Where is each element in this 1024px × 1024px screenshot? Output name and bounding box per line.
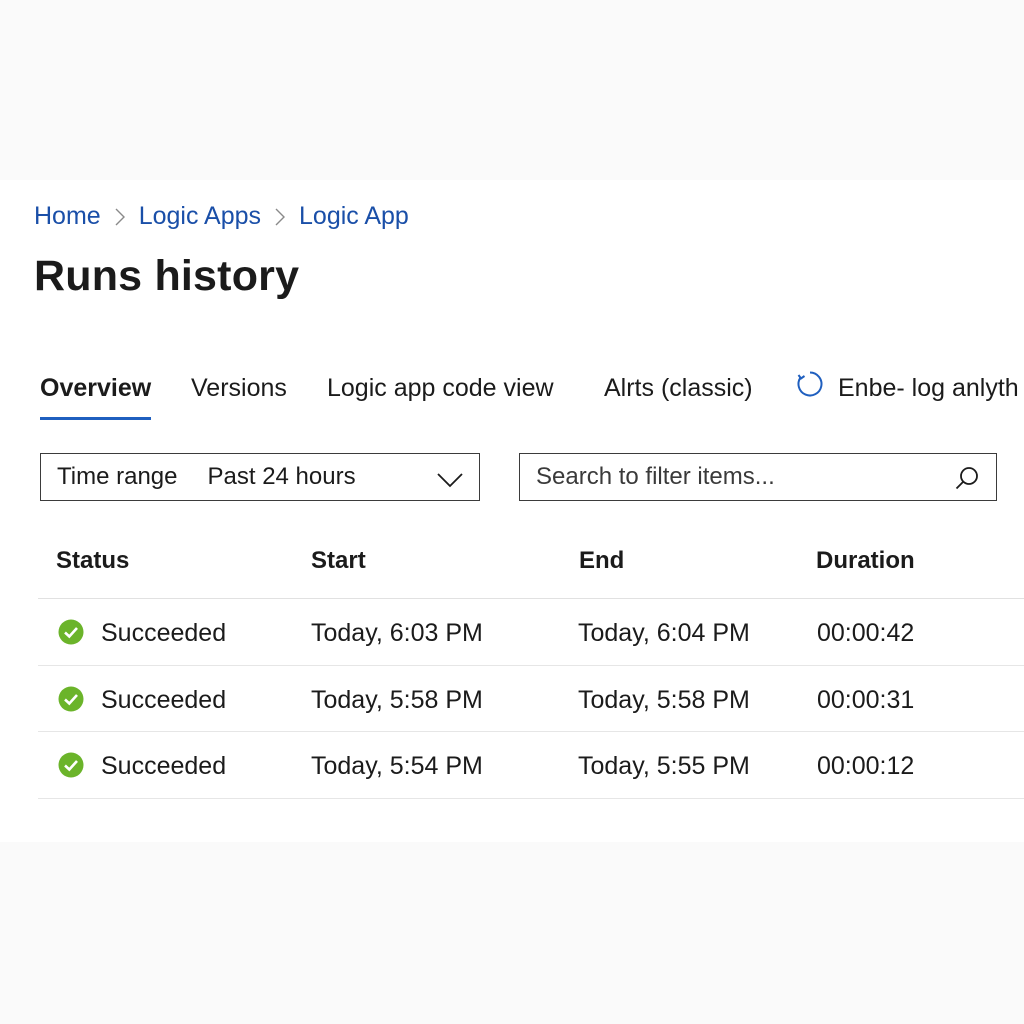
column-header-duration[interactable]: Duration: [816, 547, 915, 575]
search-box: [519, 453, 997, 501]
time-range-label: Time range: [57, 463, 178, 490]
table-row[interactable]: Succeeded Today, 5:54 PM Today, 5:55 PM …: [38, 732, 1024, 799]
breadcrumb: Home Logic Apps Logic App: [34, 202, 409, 231]
table-row[interactable]: Succeeded Today, 6:03 PM Today, 6:04 PM …: [38, 599, 1024, 666]
breadcrumb-home[interactable]: Home: [34, 202, 101, 231]
chevron-right-icon: [101, 208, 139, 226]
row-end: Today, 6:04 PM: [578, 619, 750, 647]
success-check-icon: [58, 752, 84, 778]
search-input[interactable]: [536, 462, 936, 492]
row-duration: 00:00:31: [817, 685, 915, 714]
row-duration: 00:00:12: [817, 752, 915, 780]
filter-row: Time range Past 24 hours: [0, 453, 1024, 501]
tab-bar: Overview Versions Logic app code view Al…: [40, 370, 1024, 422]
breadcrumb-logic-app[interactable]: Logic App: [299, 202, 409, 231]
main-panel: Home Logic Apps Logic App Runs history O…: [0, 180, 1024, 842]
column-header-start[interactable]: Start: [311, 547, 366, 575]
row-status: Succeeded: [101, 685, 227, 714]
column-header-status[interactable]: Status: [56, 547, 129, 575]
row-end: Today, 5:55 PM: [578, 752, 750, 780]
chevron-right-icon: [261, 208, 299, 226]
row-status: Succeeded: [101, 619, 227, 647]
time-range-value: Past 24 hours: [207, 463, 356, 490]
tab-versions[interactable]: Versions: [191, 370, 287, 422]
runs-table: Status Start End Duration Succeeded Toda…: [38, 535, 1024, 799]
breadcrumb-logic-apps[interactable]: Logic Apps: [139, 202, 261, 231]
success-check-icon: [58, 619, 84, 645]
tab-log-analytics[interactable]: Enbe- log anlyth: [796, 370, 1019, 422]
tab-versions-label: Versions: [191, 374, 287, 402]
chevron-down-icon: [437, 468, 463, 496]
tab-overview[interactable]: Overview: [40, 370, 152, 422]
page-title: Runs history: [34, 252, 300, 300]
table-header: Status Start End Duration: [38, 535, 1024, 599]
search-icon[interactable]: [954, 465, 980, 496]
time-range-dropdown[interactable]: Time range Past 24 hours: [40, 453, 480, 501]
tab-logic-app-code-view[interactable]: Logic app code view: [327, 370, 554, 422]
row-start: Today, 6:03 PM: [311, 619, 483, 647]
tab-code-view-label: Logic app code view: [327, 374, 554, 402]
tab-alerts-classic[interactable]: Alrts (classic): [604, 370, 753, 422]
success-check-icon: [58, 686, 84, 712]
row-status: Succeeded: [101, 752, 227, 780]
tab-log-analytics-label: Enbe- log anlyth: [838, 374, 1019, 402]
table-row[interactable]: Succeeded Today, 5:58 PM Today, 5:58 PM …: [38, 666, 1024, 732]
column-header-end[interactable]: End: [579, 547, 624, 575]
row-start: Today, 5:54 PM: [311, 752, 483, 780]
row-duration: 00:00:42: [817, 619, 915, 647]
refresh-circle-icon: [796, 370, 824, 408]
row-start: Today, 5:58 PM: [311, 685, 483, 714]
tab-overview-label: Overview: [40, 374, 152, 402]
tab-alerts-label: Alrts (classic): [604, 374, 753, 402]
row-end: Today, 5:58 PM: [578, 685, 750, 714]
